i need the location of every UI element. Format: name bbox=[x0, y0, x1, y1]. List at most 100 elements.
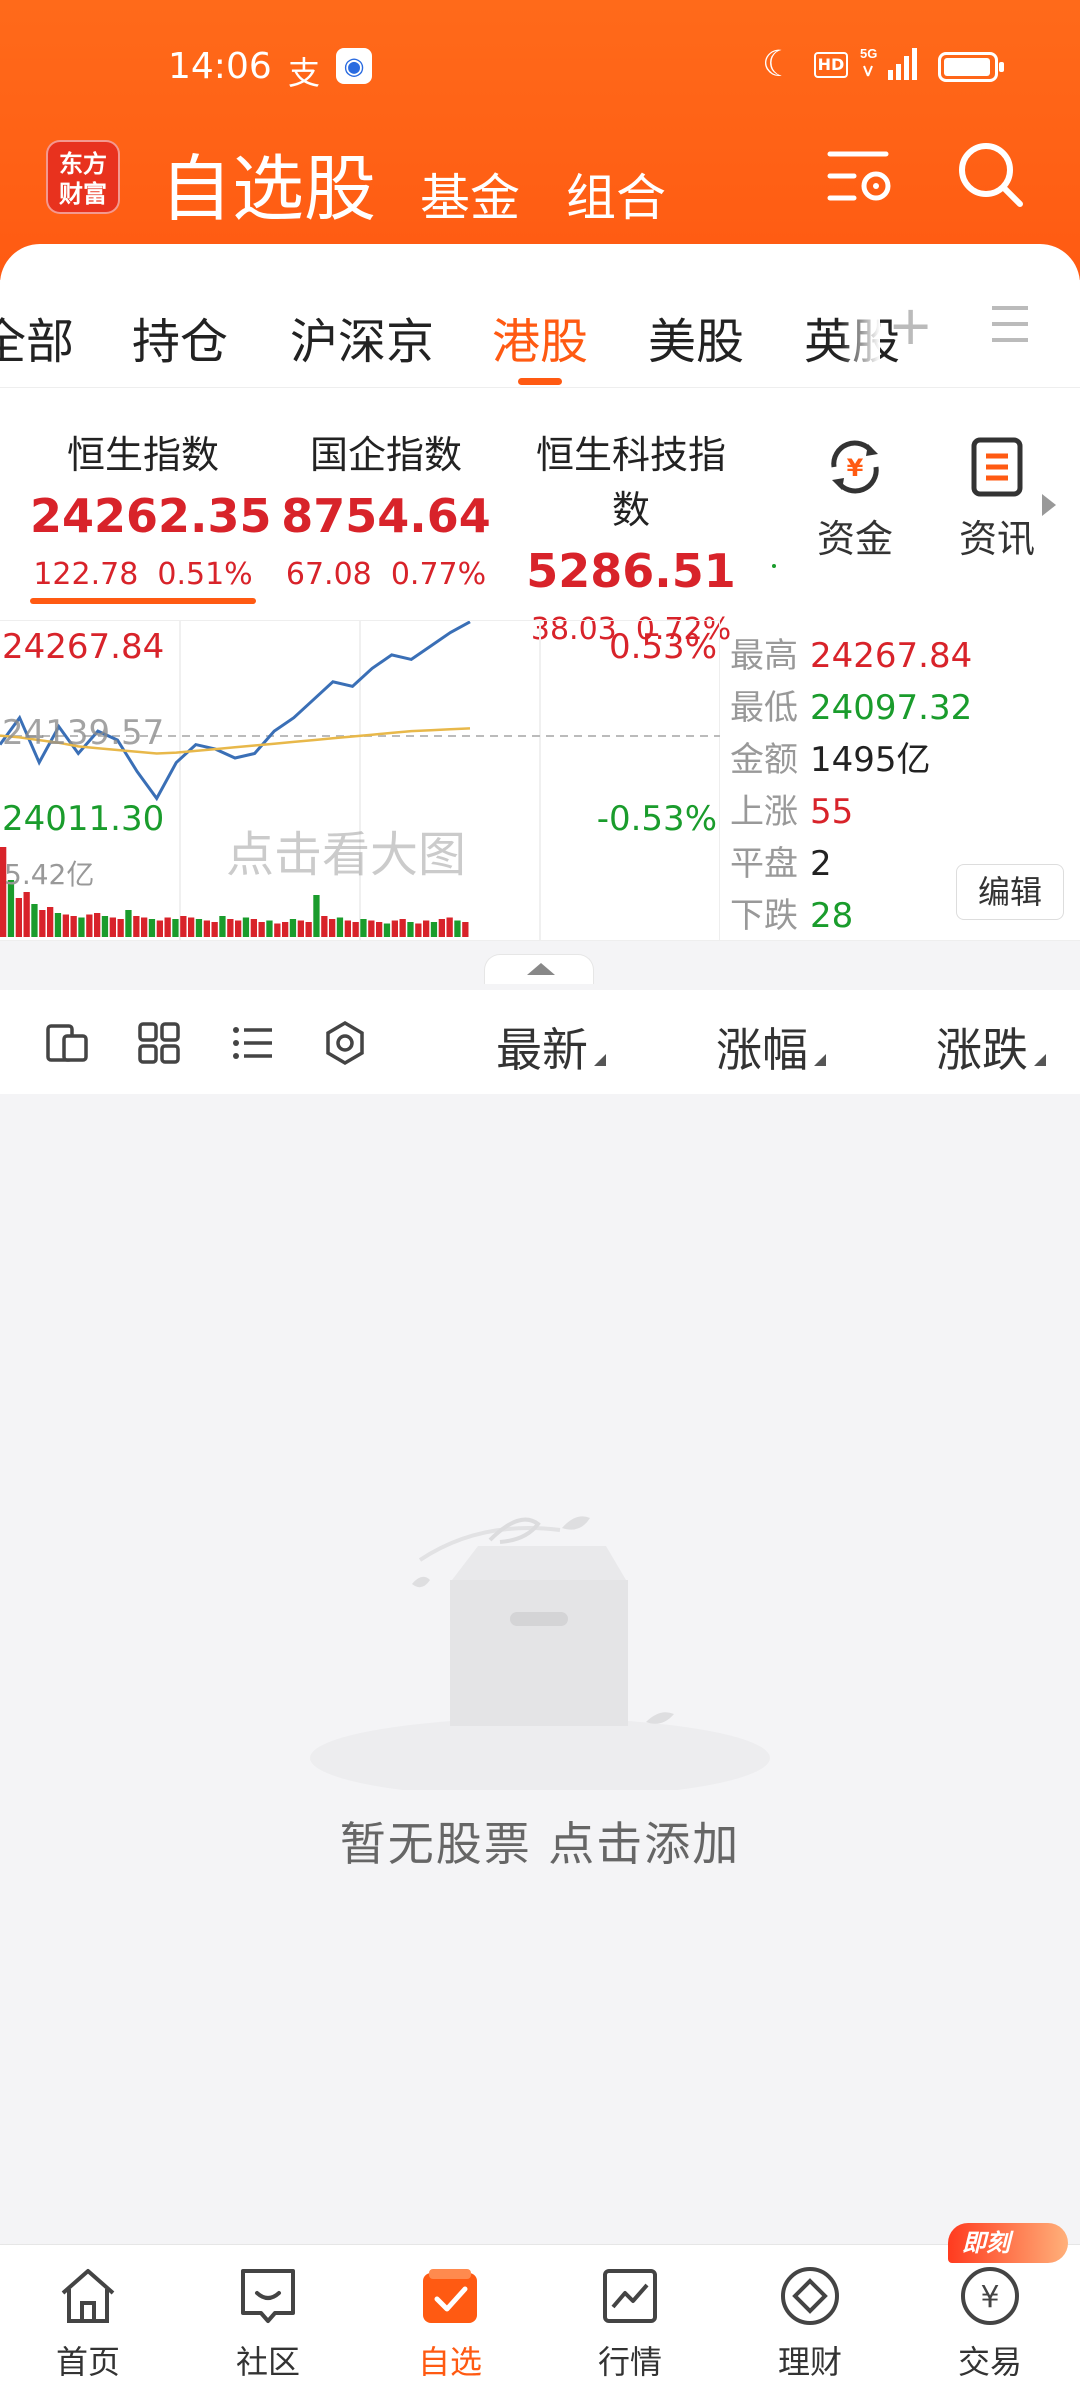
volume-bar bbox=[305, 922, 312, 937]
index-active-indicator bbox=[30, 598, 256, 604]
grid-view-icon[interactable] bbox=[136, 1020, 182, 1066]
market-icon bbox=[603, 2269, 657, 2323]
nav-label: 社区 bbox=[235, 2343, 300, 2381]
volume-bar bbox=[376, 922, 383, 937]
page-title[interactable]: 自选股 bbox=[160, 130, 376, 235]
volume-bar bbox=[454, 920, 461, 937]
settings-icon[interactable] bbox=[322, 1020, 368, 1066]
chart-high-label: 24267.84 bbox=[2, 627, 165, 667]
stat-high: 最高 24267.84 bbox=[730, 636, 973, 676]
stat-flat: 平盘 2 bbox=[730, 844, 832, 884]
stat-down: 下跌 28 bbox=[730, 896, 854, 936]
volume-bar bbox=[188, 917, 195, 937]
volume-bar bbox=[141, 917, 148, 937]
svg-text:¥: ¥ bbox=[847, 454, 864, 482]
bottom-nav: 首页 社区 自选 行情 理财 ¥ 交易 即刻 bbox=[0, 2223, 1080, 2400]
status-time: 14:06 bbox=[168, 46, 272, 87]
nav-label: 行情 bbox=[597, 2343, 662, 2381]
nav-market[interactable]: 行情 bbox=[570, 2263, 690, 2383]
volume-bar bbox=[242, 917, 250, 937]
volume-bar bbox=[23, 892, 30, 937]
empty-add-prompt[interactable]: 暂无股票 点击添加 bbox=[0, 1808, 1080, 1874]
volume-bar bbox=[62, 914, 69, 937]
watchlist-icon bbox=[423, 2269, 477, 2323]
active-tab-indicator bbox=[518, 378, 562, 385]
sort-change[interactable]: 涨跌 bbox=[936, 1014, 1046, 1080]
nav-label: 首页 bbox=[55, 2343, 120, 2381]
search-icon[interactable] bbox=[956, 140, 1026, 210]
wealth-icon bbox=[781, 2267, 839, 2325]
nav-home[interactable]: 首页 bbox=[28, 2263, 148, 2383]
index-name: 国企指数 bbox=[309, 433, 462, 477]
volume-bar bbox=[117, 919, 124, 937]
tab-sh-sz-bj[interactable]: 沪深京 bbox=[290, 302, 434, 372]
nav-community[interactable]: 社区 bbox=[208, 2263, 328, 2383]
volume-bar bbox=[462, 922, 469, 937]
empty-box-illustration bbox=[310, 1516, 770, 1790]
nav-label: 交易 bbox=[957, 2343, 1022, 2381]
index-name: 恒生科技指数 bbox=[535, 433, 726, 532]
tab-all[interactable]: 全部 bbox=[0, 302, 74, 372]
nav-watchlist[interactable]: 自选 bbox=[390, 2263, 510, 2383]
index-value: 24262.35 bbox=[30, 489, 272, 543]
volume-bar bbox=[70, 916, 77, 937]
list-view-icon[interactable] bbox=[230, 1020, 276, 1066]
tab-holdings[interactable]: 持仓 bbox=[132, 302, 228, 372]
chart-low-pct: -0.53% bbox=[596, 799, 717, 839]
market-stats: 最高 24267.84 最低 24097.32 金额 1495亿 上涨 55 平盘 2 下… bbox=[730, 620, 1080, 940]
trade-icon: ¥ bbox=[961, 2267, 1019, 2325]
index-mini-chart[interactable]: 24267.84 24139.57 24011.30 0.53% -0.53% … bbox=[0, 620, 720, 941]
volume-bar bbox=[133, 916, 140, 937]
index-hstech[interactable]: 恒生科技指数 5286.51 38.03 0.72% bbox=[518, 424, 744, 647]
nav-label: 自选 bbox=[417, 2343, 482, 2381]
stat-amount: 金额 1495亿 bbox=[730, 740, 931, 780]
edit-button[interactable]: 编辑 bbox=[956, 864, 1064, 920]
market-tabs: 全部 持仓 沪深京 港股 美股 英股 + bbox=[0, 244, 1080, 388]
volume-bar bbox=[54, 913, 62, 937]
menu-icon[interactable] bbox=[990, 304, 1030, 344]
volume-bar bbox=[289, 919, 297, 937]
volume-bar bbox=[78, 917, 85, 937]
chart-high-pct: 0.53% bbox=[608, 627, 717, 667]
news-button[interactable]: 资讯 bbox=[942, 436, 1052, 563]
volume-bar bbox=[282, 922, 289, 937]
index-value: 5286.51 bbox=[526, 544, 736, 598]
volume-bar bbox=[203, 920, 210, 937]
volume-bar bbox=[438, 919, 445, 937]
volume-bar bbox=[360, 919, 367, 937]
nav-trade[interactable]: ¥ 交易 bbox=[930, 2263, 1050, 2383]
index-name: 恒生指数 bbox=[66, 433, 219, 477]
volume-bar bbox=[313, 895, 320, 937]
sort-latest[interactable]: 最新 bbox=[496, 1014, 606, 1080]
svg-text:¥: ¥ bbox=[980, 2280, 999, 2315]
nav-wealth[interactable]: 理财 bbox=[750, 2263, 870, 2383]
stat-low: 最低 24097.32 bbox=[730, 688, 973, 728]
volume-bar bbox=[47, 907, 54, 937]
scroll-right-icon[interactable] bbox=[1042, 494, 1056, 516]
volume-bar bbox=[39, 910, 46, 937]
index-hscei[interactable]: 国企指数 8754.64 67.08 0.77% bbox=[276, 424, 496, 592]
list-settings-icon[interactable] bbox=[826, 146, 896, 206]
hd-icon: HD bbox=[814, 52, 848, 78]
tab-hk-stocks[interactable]: 港股 bbox=[492, 302, 588, 372]
sort-pct[interactable]: 涨幅 bbox=[716, 1014, 826, 1080]
index-hsi[interactable]: 恒生指数 24262.35 122.78 0.51% bbox=[30, 424, 272, 592]
chart-watermark: 点击看大图 bbox=[226, 827, 467, 883]
collapse-chart-button[interactable] bbox=[484, 954, 594, 984]
funds-icon: ¥ bbox=[831, 440, 879, 494]
volume-bar bbox=[391, 920, 398, 937]
volume-bar bbox=[274, 923, 281, 937]
volume-bar bbox=[156, 920, 163, 937]
tab-funds[interactable]: 基金 bbox=[420, 158, 520, 230]
notification-icon: 支 bbox=[288, 54, 321, 92]
volume-bar bbox=[125, 910, 132, 937]
add-tab-icon[interactable]: + bbox=[888, 294, 933, 357]
volume-bar bbox=[172, 919, 179, 937]
volume-bar bbox=[415, 923, 422, 937]
layout-switch-icon[interactable] bbox=[44, 1020, 90, 1066]
tab-portfolio[interactable]: 组合 bbox=[566, 158, 666, 230]
tab-us-stocks[interactable]: 美股 bbox=[648, 302, 744, 372]
volume-bar bbox=[109, 917, 116, 937]
funds-button[interactable]: ¥ 资金 bbox=[800, 436, 910, 563]
volume-bar bbox=[86, 914, 93, 937]
